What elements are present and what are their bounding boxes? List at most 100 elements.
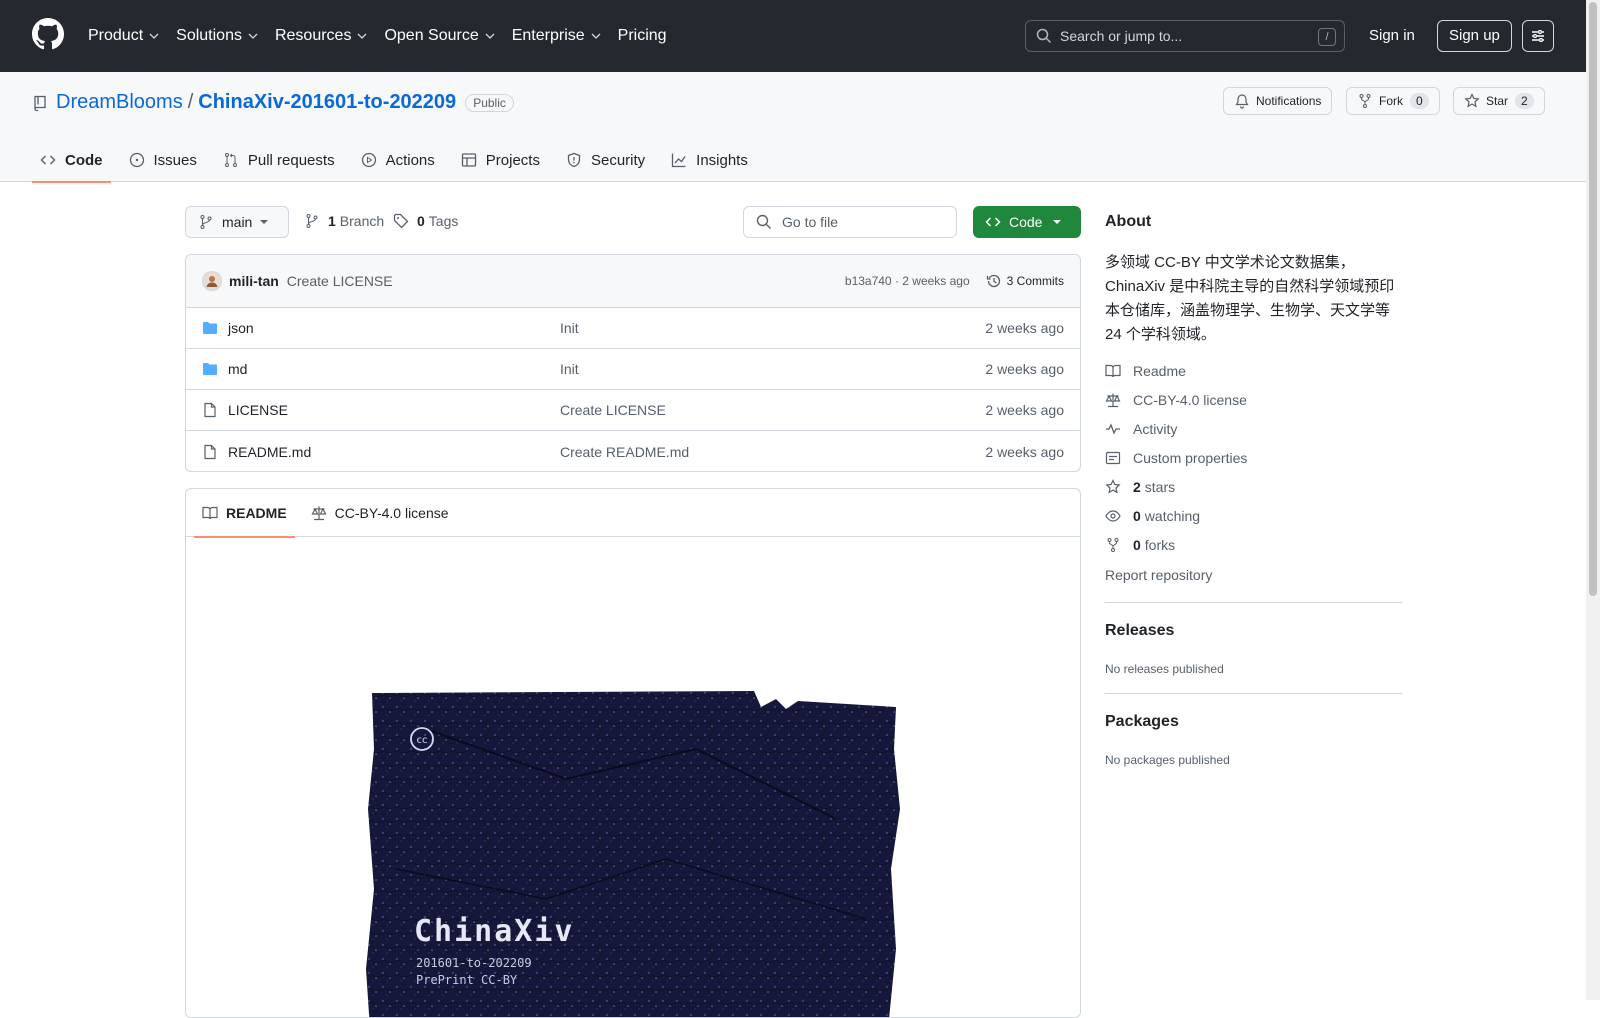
readme-panel: README CC-BY-4.0 license cc ChinaXiv 201… <box>185 488 1081 1018</box>
repo-owner-link[interactable]: DreamBlooms <box>56 91 183 114</box>
nav-open-source[interactable]: Open Source <box>384 22 495 50</box>
code-icon <box>985 217 1001 227</box>
chevron-down-icon <box>591 33 601 39</box>
commit-message[interactable]: Create LICENSE <box>287 273 393 289</box>
star-button[interactable]: Star 2 <box>1453 87 1545 115</box>
file-list: mili-tan Create LICENSE b13a740 · 2 week… <box>185 254 1081 472</box>
tags-link[interactable]: 0 Tags <box>393 213 458 229</box>
cover-title: ChinaXiv <box>414 914 575 949</box>
notifications-button[interactable]: Notifications <box>1223 87 1333 115</box>
go-to-file-input[interactable]: Go to file <box>743 206 957 238</box>
repo-icon <box>34 95 46 111</box>
tab-security[interactable]: Security <box>558 138 653 182</box>
shield-icon <box>567 152 581 168</box>
pull-request-icon <box>224 153 237 167</box>
fork-button[interactable]: Fork 0 <box>1346 87 1440 115</box>
sign-up-button[interactable]: Sign up <box>1437 20 1512 52</box>
tab-pull-requests-label: Pull requests <box>247 151 335 169</box>
menu-button[interactable] <box>1522 20 1554 52</box>
nav-pricing[interactable]: Pricing <box>618 22 667 50</box>
tab-issues[interactable]: Issues <box>121 138 205 182</box>
file-row-md[interactable]: md Init 2 weeks ago <box>186 349 1080 390</box>
tab-code-label: Code <box>65 151 103 169</box>
chevron-down-icon <box>357 33 367 39</box>
eye-icon <box>1105 510 1121 522</box>
nav-solutions-label: Solutions <box>176 27 242 44</box>
tab-projects[interactable]: Projects <box>453 138 548 182</box>
commits-link[interactable]: 3 Commits <box>986 273 1064 289</box>
license-link[interactable]: CC-BY-4.0 license <box>1105 392 1247 408</box>
tag-count: 0 <box>417 213 425 229</box>
repo-name-link[interactable]: ChinaXiv-201601-to-202209 <box>198 91 456 114</box>
star-label: Star <box>1486 94 1509 108</box>
file-row-license[interactable]: LICENSE Create LICENSE 2 weeks ago <box>186 390 1080 431</box>
readme-link[interactable]: Readme <box>1105 363 1186 379</box>
nav-enterprise[interactable]: Enterprise <box>512 22 601 50</box>
branch-count: 1 <box>328 213 336 229</box>
tab-readme[interactable]: README <box>194 489 295 538</box>
releases-heading[interactable]: Releases <box>1105 622 1174 640</box>
path-separator: / <box>187 91 194 113</box>
watching-link[interactable]: 0 watching <box>1105 508 1200 524</box>
tab-actions[interactable]: Actions <box>353 138 443 182</box>
folder-icon <box>203 363 217 375</box>
tab-actions-label: Actions <box>385 151 435 169</box>
file-icon <box>204 444 216 459</box>
repository-header: DreamBlooms / ChinaXiv-201601-to-202209 … <box>0 72 1586 183</box>
file-name[interactable]: json <box>228 320 560 336</box>
file-commit-message[interactable]: Create README.md <box>560 444 689 460</box>
tag-icon <box>393 213 409 229</box>
custom-properties-link[interactable]: Custom properties <box>1105 450 1247 466</box>
activity-link-label: Activity <box>1133 421 1178 437</box>
forks-label: forks <box>1144 537 1176 553</box>
star-count: 2 <box>1515 93 1534 109</box>
file-commit-message[interactable]: Create LICENSE <box>560 402 666 418</box>
tab-pull-requests[interactable]: Pull requests <box>215 138 343 182</box>
star-icon <box>1105 479 1121 494</box>
repo-title: DreamBlooms / ChinaXiv-201601-to-202209 … <box>32 91 514 114</box>
sign-in-link[interactable]: Sign in <box>1369 27 1415 44</box>
file-row-json[interactable]: json Init 2 weeks ago <box>186 308 1080 349</box>
file-age: 2 weeks ago <box>985 361 1064 377</box>
file-name[interactable]: README.md <box>228 444 560 460</box>
file-commit-message[interactable]: Init <box>560 320 579 336</box>
github-logo-icon[interactable] <box>32 18 64 50</box>
avatar[interactable] <box>202 271 222 291</box>
caret-down-icon <box>260 220 268 224</box>
file-name[interactable]: md <box>228 361 560 377</box>
fork-count: 0 <box>1410 93 1429 109</box>
packages-heading[interactable]: Packages <box>1105 713 1179 731</box>
branch-select[interactable]: main <box>185 206 289 238</box>
forks-link[interactable]: 0 forks <box>1105 537 1175 553</box>
file-name[interactable]: LICENSE <box>228 402 560 418</box>
latest-commit: mili-tan Create LICENSE b13a740 · 2 week… <box>186 255 1080 308</box>
commit-author[interactable]: mili-tan <box>229 273 279 289</box>
file-age: 2 weeks ago <box>985 443 1064 460</box>
stars-link[interactable]: 2 stars <box>1105 479 1175 495</box>
branches-link[interactable]: 1 Branch <box>304 213 384 229</box>
folder-icon <box>203 322 217 334</box>
chevron-down-icon <box>485 33 495 39</box>
file-commit-message[interactable]: Init <box>560 361 579 377</box>
caret-down-icon <box>1053 220 1061 224</box>
file-icon <box>204 402 216 418</box>
page-scrollbar[interactable] <box>1586 0 1600 1000</box>
tab-license[interactable]: CC-BY-4.0 license <box>303 489 457 537</box>
book-icon <box>202 506 218 519</box>
report-repository-link[interactable]: Report repository <box>1105 567 1212 583</box>
tab-code[interactable]: Code <box>32 138 111 183</box>
nav-solutions[interactable]: Solutions <box>176 22 258 50</box>
code-dropdown-button[interactable]: Code <box>973 206 1081 238</box>
search-input[interactable]: Search or jump to... / <box>1025 20 1345 52</box>
tab-insights[interactable]: Insights <box>663 138 756 182</box>
fork-icon <box>1107 538 1119 552</box>
commit-sha-time[interactable]: b13a740 · 2 weeks ago <box>845 274 970 288</box>
activity-link[interactable]: Activity <box>1105 421 1177 437</box>
scrollbar-thumb[interactable] <box>1589 2 1597 596</box>
nav-resources[interactable]: Resources <box>275 22 367 50</box>
search-shortcut-key: / <box>1318 28 1336 46</box>
search-icon <box>756 214 771 229</box>
file-row-readme[interactable]: README.md Create README.md 2 weeks ago <box>186 431 1080 471</box>
file-age: 2 weeks ago <box>985 320 1064 336</box>
nav-product[interactable]: Product <box>88 22 159 50</box>
